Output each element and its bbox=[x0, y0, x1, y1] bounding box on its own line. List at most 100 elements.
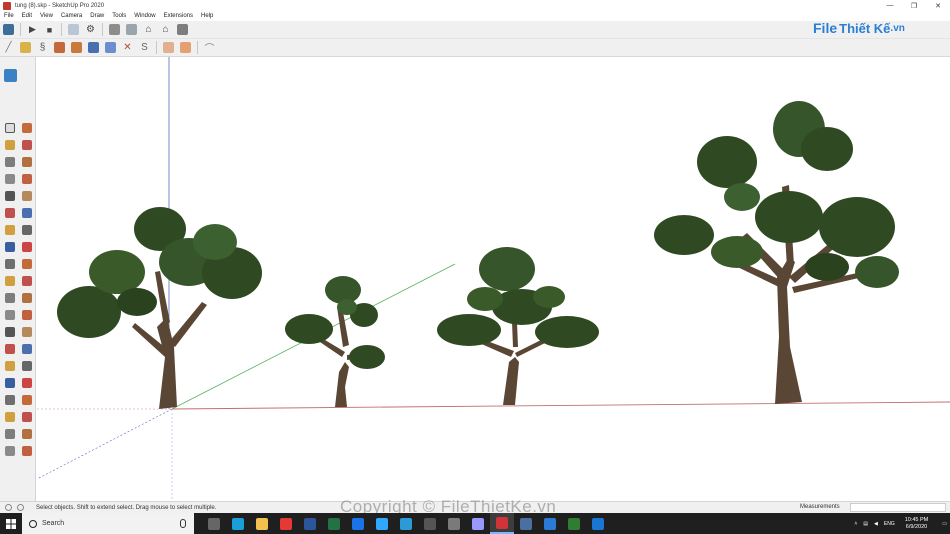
zoom-icon[interactable] bbox=[2, 358, 17, 373]
layer-icon[interactable] bbox=[66, 22, 81, 37]
polygon-icon[interactable] bbox=[19, 188, 34, 203]
move-icon[interactable] bbox=[2, 239, 17, 254]
menu-help[interactable]: Help bbox=[197, 13, 217, 19]
menu-extensions[interactable]: Extensions bbox=[160, 13, 197, 19]
rotated-rect-icon[interactable] bbox=[19, 171, 34, 186]
start-button[interactable] bbox=[0, 513, 22, 534]
home-icon[interactable]: ⌂ bbox=[141, 22, 156, 37]
cut-icon[interactable] bbox=[52, 40, 67, 55]
minimize-button[interactable]: — bbox=[878, 0, 902, 11]
paint-bucket-icon[interactable] bbox=[2, 137, 17, 152]
menu-edit[interactable]: Edit bbox=[18, 13, 36, 19]
microphone-icon[interactable] bbox=[180, 519, 186, 528]
store-icon[interactable] bbox=[226, 513, 250, 534]
arc-icon[interactable]: ⌒ bbox=[202, 40, 217, 55]
protractor-icon[interactable] bbox=[2, 307, 17, 322]
frame-move-icon[interactable] bbox=[178, 40, 193, 55]
pine-tree-3[interactable] bbox=[437, 247, 599, 405]
pine-tree-4[interactable] bbox=[654, 101, 899, 404]
dimension-icon[interactable] bbox=[19, 290, 34, 305]
scene-canvas[interactable] bbox=[37, 57, 950, 501]
frame-icon[interactable] bbox=[161, 40, 176, 55]
search-icon[interactable] bbox=[19, 375, 34, 390]
vscode-icon[interactable] bbox=[538, 513, 562, 534]
warehouse-icon[interactable] bbox=[124, 22, 139, 37]
paint-icon[interactable] bbox=[86, 40, 101, 55]
stop-icon[interactable]: ■ bbox=[42, 22, 57, 37]
orbit-icon[interactable] bbox=[103, 40, 118, 55]
menu-window[interactable]: Window bbox=[130, 13, 159, 19]
chrome-icon[interactable] bbox=[346, 513, 370, 534]
clock[interactable]: 10:45 PM 6/9/2020 bbox=[902, 517, 932, 531]
pan-icon[interactable] bbox=[19, 341, 34, 356]
pine-tree-2[interactable] bbox=[285, 276, 385, 407]
follow-me-icon[interactable] bbox=[19, 256, 34, 271]
axes-icon[interactable] bbox=[2, 324, 17, 339]
line-icon[interactable] bbox=[2, 154, 17, 169]
word-icon[interactable] bbox=[298, 513, 322, 534]
section-plane-icon[interactable] bbox=[2, 426, 17, 441]
eraser-icon[interactable] bbox=[19, 120, 34, 135]
section-display-icon[interactable] bbox=[19, 426, 34, 441]
text-icon[interactable] bbox=[19, 307, 34, 322]
rotate-icon[interactable] bbox=[2, 256, 17, 271]
maximize-button[interactable]: ❐ bbox=[902, 0, 926, 11]
menu-file[interactable]: File bbox=[0, 13, 18, 19]
component-icon[interactable] bbox=[107, 22, 122, 37]
calculator-icon[interactable] bbox=[418, 513, 442, 534]
app-green-icon[interactable] bbox=[562, 513, 586, 534]
network-icon[interactable]: ▤ bbox=[863, 521, 868, 527]
arc-icon[interactable] bbox=[2, 205, 17, 220]
position-camera-icon[interactable] bbox=[19, 409, 34, 424]
volume-icon[interactable]: ◀ bbox=[874, 521, 878, 527]
select-move-icon[interactable] bbox=[18, 40, 33, 55]
language-indicator[interactable]: ENG bbox=[884, 521, 895, 527]
circle-icon[interactable] bbox=[2, 188, 17, 203]
tray-chevron-icon[interactable]: ˄ bbox=[854, 521, 857, 527]
stack-icon[interactable] bbox=[175, 22, 190, 37]
sketchup-logo-icon[interactable] bbox=[1, 22, 16, 37]
red-tool-icon[interactable] bbox=[2, 443, 17, 458]
after-effects-icon[interactable] bbox=[466, 513, 490, 534]
gallery-icon[interactable] bbox=[514, 513, 538, 534]
menu-view[interactable]: View bbox=[36, 13, 57, 19]
menu-draw[interactable]: Draw bbox=[86, 13, 108, 19]
app-blue-icon[interactable] bbox=[586, 513, 610, 534]
info-icon[interactable] bbox=[5, 504, 12, 511]
warehouse-icon[interactable] bbox=[2, 67, 18, 83]
photos-icon[interactable] bbox=[394, 513, 418, 534]
box-icon[interactable] bbox=[69, 40, 84, 55]
spiral-icon[interactable]: § bbox=[35, 40, 50, 55]
photoshop-icon[interactable] bbox=[370, 513, 394, 534]
freehand-icon[interactable] bbox=[19, 154, 34, 169]
close-button[interactable]: ✕ bbox=[926, 0, 950, 11]
arc-2-icon[interactable] bbox=[19, 205, 34, 220]
walk-icon[interactable] bbox=[2, 392, 17, 407]
orbit-icon[interactable] bbox=[2, 341, 17, 356]
scale-icon[interactable] bbox=[2, 273, 17, 288]
curve-icon[interactable]: S bbox=[137, 40, 152, 55]
tape-icon[interactable] bbox=[2, 290, 17, 305]
opera-icon[interactable] bbox=[274, 513, 298, 534]
file-explorer-icon[interactable] bbox=[250, 513, 274, 534]
excel-icon[interactable] bbox=[322, 513, 346, 534]
select-icon[interactable] bbox=[2, 120, 17, 135]
model-viewport[interactable] bbox=[37, 57, 950, 501]
eraser-soft-icon[interactable] bbox=[19, 137, 34, 152]
cross-tool-icon[interactable]: ✕ bbox=[120, 40, 135, 55]
footprint-icon[interactable] bbox=[2, 409, 17, 424]
look-around-icon[interactable] bbox=[19, 392, 34, 407]
sketchup-icon[interactable] bbox=[490, 513, 514, 534]
offset-icon[interactable] bbox=[19, 273, 34, 288]
notification-icon[interactable]: ▭ bbox=[942, 521, 947, 527]
geo-location-icon[interactable] bbox=[17, 504, 24, 511]
menu-camera[interactable]: Camera bbox=[57, 13, 86, 19]
push-pull-icon[interactable] bbox=[19, 239, 34, 254]
zoom-extents-icon[interactable] bbox=[2, 375, 17, 390]
menu-tools[interactable]: Tools bbox=[108, 13, 130, 19]
measurements-input[interactable] bbox=[850, 503, 946, 512]
taskbar-search-box[interactable]: Search bbox=[22, 513, 194, 534]
arc-3-icon[interactable] bbox=[19, 222, 34, 237]
house-outline-icon[interactable]: ⌂ bbox=[158, 22, 173, 37]
3d-text-icon[interactable] bbox=[19, 324, 34, 339]
